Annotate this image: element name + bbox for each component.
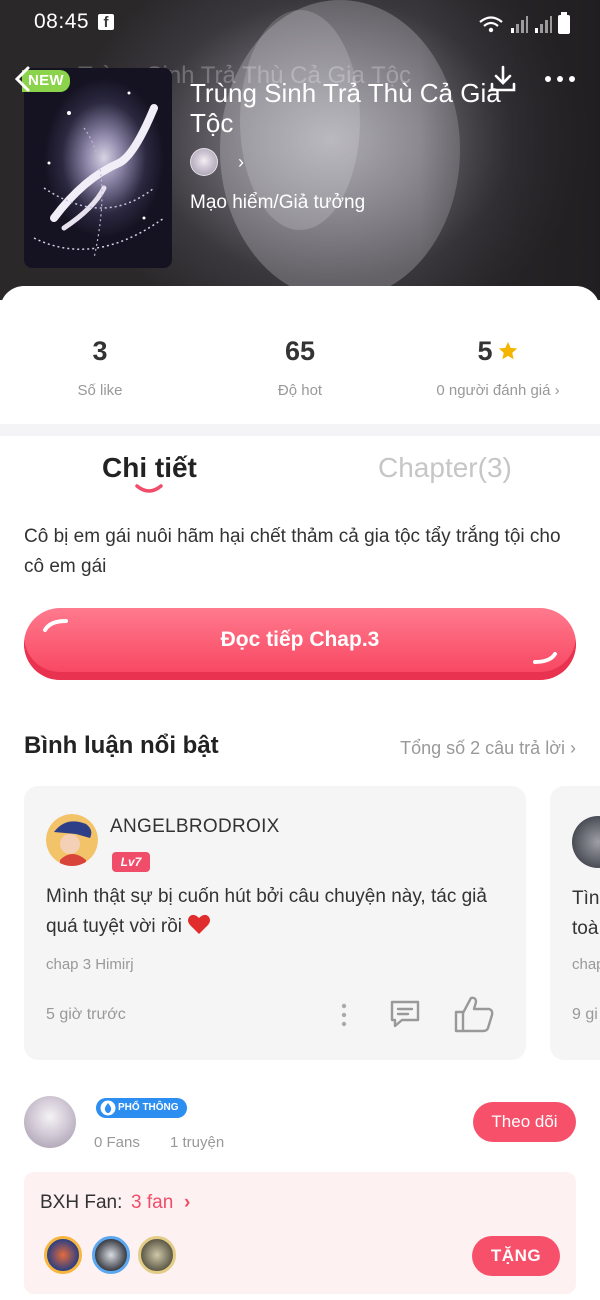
comment-text-line: toà [572,918,599,939]
comment-time: 9 gi [572,1006,598,1023]
rating-value-row: 5 [398,336,598,370]
cover-art [33,91,165,259]
fan-avatar[interactable] [44,1236,82,1274]
fan-ranking-box: BXH Fan: 3 fan › TẶNG [24,1172,576,1294]
stats-card: 3 Số like 65 Độ hot 5 0 người đánh giá › [0,286,600,424]
comment-text-peek: Tìn toà [572,884,599,944]
download-icon[interactable] [488,64,518,94]
author-avatar[interactable] [190,148,218,176]
rank-label: PHỔ THÔNG [118,1102,179,1113]
section-divider [0,424,600,436]
comments-total-link[interactable]: Tổng số 2 câu trả lời › [400,738,576,759]
comment-time: 5 giờ trước [46,1006,126,1023]
button-shine [533,652,557,664]
rating-label[interactable]: 0 người đánh giá › [398,382,598,399]
facebook-icon: f [98,14,114,31]
comment-text: Mình thật sự bị cuốn hút bởi câu chuyện … [46,882,506,942]
water-drop-icon [100,1100,116,1116]
author-link[interactable]: › [190,148,244,176]
comment-body: Mình thật sự bị cuốn hút bởi câu chuyện … [46,886,487,937]
continue-reading-button[interactable]: Đọc tiếp Chap.3 [24,608,576,680]
battery-icon [558,12,570,34]
chevron-right-icon: › [238,151,244,172]
comic-title: Trùng Sinh Trả Thù Cả Gia Tộc [190,78,501,138]
active-tab-indicator [135,484,163,493]
commenter-avatar-art [46,814,98,866]
likes-value: 3 [92,336,108,366]
status-icons [478,12,570,34]
back-arrow-icon[interactable] [10,64,36,94]
comment-card-peek[interactable]: Tìn toà chap 9 gi [550,786,600,1060]
stat-hot: 65 Độ hot [200,336,400,399]
rating-value: 5 [477,336,493,366]
comment-chapter: chap 3 Himirj [46,956,134,973]
signal-icon [511,16,528,33]
comic-genre: Mạo hiểm/Giả tưởng [190,192,366,213]
status-time: 08:45 [34,10,90,33]
commenter-avatar[interactable] [46,814,98,866]
commenter-avatar[interactable] [572,816,600,868]
tab-chapter[interactable]: Chapter(3) [378,452,512,484]
stat-likes: 3 Số like [0,336,200,399]
like-icon[interactable] [452,994,496,1034]
chevron-right-icon[interactable]: › [184,1192,190,1214]
comment-card[interactable]: ANGELBRODROIX Lv7 Mình thật sự bị cuốn h… [24,786,526,1060]
more-options-icon[interactable] [544,72,576,86]
star-icon [498,341,517,360]
comic-description: Cô bị em gái nuôi hãm hại chết thảm cả g… [24,526,561,577]
more-vertical-icon[interactable] [338,1002,350,1028]
fan-avatar[interactable] [138,1236,176,1274]
fan-ranking-count[interactable]: 3 fan [131,1192,173,1214]
likes-label: Số like [77,382,123,399]
tab-bar: Chi tiết Chapter(3) [0,436,600,506]
donate-button[interactable]: TẶNG [472,1236,560,1276]
featured-comments-title: Bình luận nổi bật [24,732,219,759]
signal-icon-2 [535,16,552,33]
reply-icon[interactable] [388,998,422,1030]
hot-value: 65 [284,336,316,366]
wifi-icon [479,16,503,33]
heart-icon [188,914,211,934]
author-works-count: 1 truyện [170,1134,225,1151]
commenter-name[interactable]: ANGELBRODROIX [110,816,280,838]
comment-text-line: Tìn [572,888,600,909]
author-fans-count: 0 Fans [94,1134,140,1151]
comment-chapter: chap [572,956,600,973]
button-shine [43,619,68,632]
author-profile-avatar[interactable] [24,1096,76,1148]
tab-detail[interactable]: Chi tiết [102,452,197,484]
fan-ranking-label: BXH Fan: [40,1192,123,1213]
hot-label: Độ hot [277,382,323,399]
continue-reading-label: Đọc tiếp Chap.3 [220,628,380,651]
rank-badge: PHỔ THÔNG [96,1098,187,1118]
stat-rating[interactable]: 5 0 người đánh giá › [398,336,598,399]
level-badge: Lv7 [112,852,150,872]
fan-avatar[interactable] [92,1236,130,1274]
status-bar: 08:45 f [0,0,600,44]
comic-cover-image[interactable] [24,68,172,268]
follow-button[interactable]: Theo dõi [473,1102,576,1142]
